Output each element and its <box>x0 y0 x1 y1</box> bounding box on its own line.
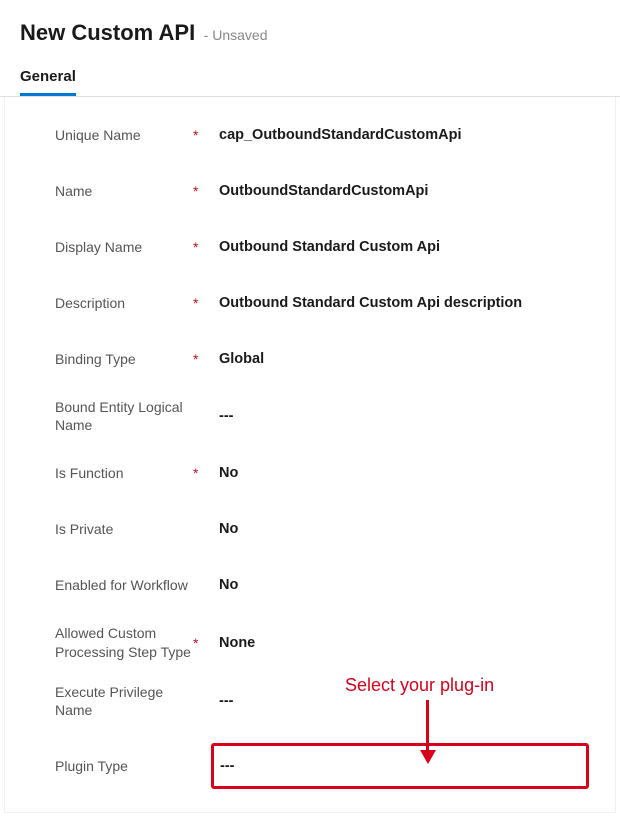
field-label: Allowed Custom Processing Step Type <box>55 624 193 660</box>
binding-type-select[interactable]: Global <box>217 347 595 371</box>
field-label: Execute Privilege Name <box>55 683 193 719</box>
field-is-private: Is Private No <box>25 501 595 557</box>
field-label: Name <box>55 182 92 200</box>
required-indicator: * <box>193 239 217 255</box>
field-name: Name * OutboundStandardCustomApi <box>25 163 595 219</box>
field-label: Is Private <box>55 520 113 538</box>
page-status: - Unsaved <box>204 27 268 43</box>
page-title: New Custom API <box>20 20 195 45</box>
unique-name-input[interactable]: cap_OutboundStandardCustomApi <box>217 123 595 147</box>
field-enabled-workflow: Enabled for Workflow No <box>25 557 595 613</box>
field-binding-type: Binding Type * Global <box>25 331 595 387</box>
required-indicator: * <box>193 635 217 651</box>
required-indicator: * <box>193 351 217 367</box>
field-unique-name: Unique Name * cap_OutboundStandardCustom… <box>25 107 595 163</box>
display-name-input[interactable]: Outbound Standard Custom Api <box>217 235 595 259</box>
field-label: Is Function <box>55 464 123 482</box>
is-private-select[interactable]: No <box>217 517 595 541</box>
description-input[interactable]: Outbound Standard Custom Api description <box>217 291 595 315</box>
enabled-workflow-select[interactable]: No <box>217 573 595 597</box>
bound-entity-input[interactable]: --- <box>217 404 595 428</box>
form-area: Unique Name * cap_OutboundStandardCustom… <box>4 97 616 813</box>
field-label: Enabled for Workflow <box>55 576 188 594</box>
page-header: New Custom API - Unsaved <box>0 0 620 54</box>
field-label: Display Name <box>55 238 142 256</box>
required-indicator: * <box>193 295 217 311</box>
field-label: Binding Type <box>55 350 136 368</box>
required-indicator: * <box>193 127 217 143</box>
field-label: Description <box>55 294 125 312</box>
field-description: Description * Outbound Standard Custom A… <box>25 275 595 331</box>
required-indicator: * <box>193 465 217 481</box>
required-indicator: * <box>193 183 217 199</box>
tab-general[interactable]: General <box>20 68 76 96</box>
field-label: Unique Name <box>55 126 141 144</box>
allowed-custom-select[interactable]: None <box>217 631 595 655</box>
field-execute-privilege: Execute Privilege Name --- <box>25 672 595 730</box>
field-allowed-custom: Allowed Custom Processing Step Type * No… <box>25 613 595 671</box>
tabs-bar: General <box>0 54 620 97</box>
field-bound-entity: Bound Entity Logical Name --- <box>25 387 595 445</box>
name-input[interactable]: OutboundStandardCustomApi <box>217 179 595 203</box>
field-label: Bound Entity Logical Name <box>55 398 193 434</box>
field-is-function: Is Function * No <box>25 445 595 501</box>
is-function-select[interactable]: No <box>217 461 595 485</box>
field-plugin-type: Plugin Type --- <box>25 730 595 802</box>
execute-privilege-input[interactable]: --- <box>217 689 595 713</box>
plugin-type-lookup[interactable]: --- <box>211 743 589 789</box>
field-display-name: Display Name * Outbound Standard Custom … <box>25 219 595 275</box>
field-label: Plugin Type <box>55 757 128 775</box>
